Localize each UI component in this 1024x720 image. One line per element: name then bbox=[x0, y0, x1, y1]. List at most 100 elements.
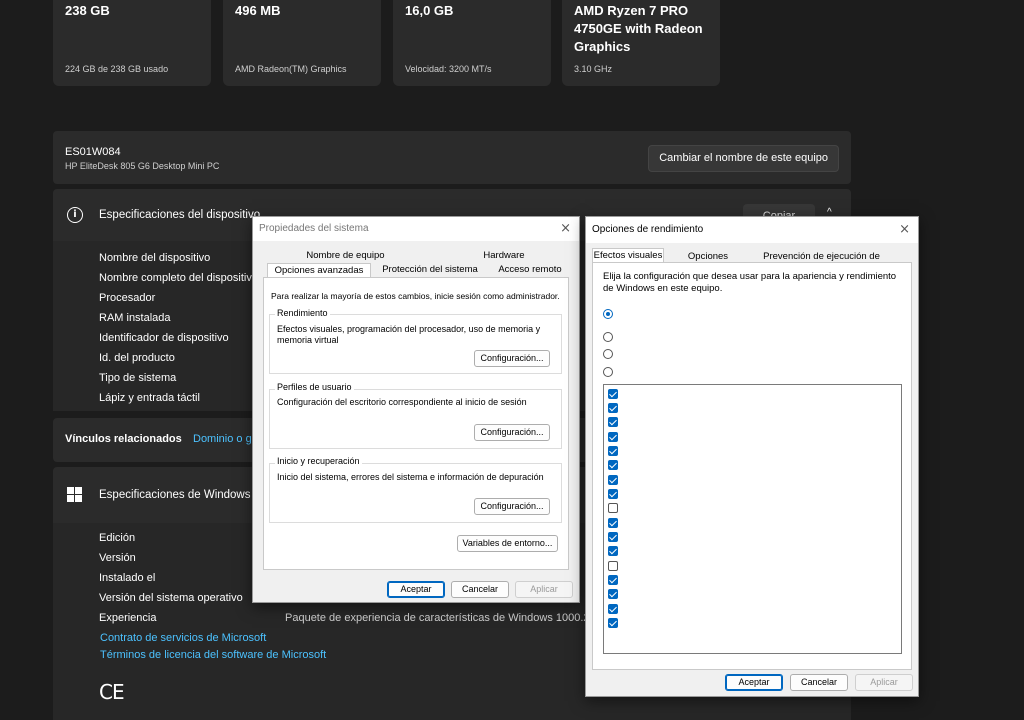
tab-remote[interactable]: Acceso remoto bbox=[489, 263, 571, 277]
checkbox[interactable] bbox=[608, 417, 618, 427]
dialog-title: Opciones de rendimiento bbox=[586, 217, 918, 243]
checkbox[interactable] bbox=[608, 575, 618, 585]
checkbox[interactable] bbox=[608, 460, 618, 470]
checkbox[interactable] bbox=[608, 503, 618, 513]
checkbox[interactable] bbox=[608, 403, 618, 413]
spec-label: Procesador bbox=[99, 292, 156, 304]
effect-label: Mostrar sombras bajo las ventanas bbox=[623, 574, 771, 585]
radio-best-appearance[interactable] bbox=[603, 332, 613, 342]
apply-button[interactable]: Aplicar bbox=[515, 581, 573, 598]
cancel-button[interactable]: Cancelar bbox=[451, 581, 509, 598]
card-detail: Velocidad: 3200 MT/s bbox=[405, 64, 492, 74]
profiles-settings-button[interactable]: Configuración... bbox=[474, 424, 550, 441]
spec-label: Tipo de sistema bbox=[99, 372, 177, 384]
win-spec-label: Edición bbox=[99, 532, 136, 544]
device-name: ES01W084 bbox=[65, 146, 121, 158]
info-icon: i bbox=[67, 207, 83, 223]
spec-label: Id. del producto bbox=[99, 352, 175, 364]
effect-label: Usar sombras en las etiquetas de iconos … bbox=[623, 617, 861, 628]
tab-hardware[interactable]: Hardware bbox=[443, 249, 565, 263]
tab-computer-name[interactable]: Nombre de equipo bbox=[273, 249, 418, 263]
group-title: Perfiles de usuario bbox=[275, 382, 354, 392]
visual-effects-list[interactable]: Animaciones en la barra de tareas Animar… bbox=[603, 384, 902, 654]
effect-label: Atenuar o deslizar la información sobre … bbox=[623, 445, 892, 456]
performance-settings-button[interactable]: Configuración... bbox=[474, 350, 550, 367]
effect-label: Mostrar el rectángulo de selección trans… bbox=[623, 545, 817, 556]
windows-logo-icon bbox=[67, 487, 82, 502]
device-model: HP EliteDesk 805 G6 Desktop Mini PC bbox=[65, 161, 220, 171]
processor-card: AMD Ryzen 7 PRO 4750GE with Radeon Graph… bbox=[562, 0, 720, 86]
device-specs-title: Especificaciones del dispositivo bbox=[99, 209, 261, 221]
services-agreement-link[interactable]: Contrato de servicios de Microsoft bbox=[100, 632, 266, 644]
checkbox[interactable] bbox=[608, 589, 618, 599]
radio-label: Dejar que Windows elija la configuración… bbox=[617, 305, 885, 327]
effect-label: Habilitar Peek bbox=[623, 517, 683, 528]
radio-custom[interactable] bbox=[603, 367, 613, 377]
card-detail: AMD Radeon(TM) Graphics bbox=[235, 64, 347, 74]
effect-label: Desplazamiento suave de los cuadros de l… bbox=[623, 488, 817, 499]
effect-label: Deslizar los cuadros combinados al abrir… bbox=[623, 474, 807, 485]
effect-label: Animar los controles y elementos dentro … bbox=[623, 416, 862, 427]
effect-label: Guardar vistas previas de miniaturas de … bbox=[623, 502, 869, 513]
perf-apply-button[interactable]: Aplicar bbox=[855, 674, 913, 691]
checkbox[interactable] bbox=[608, 432, 618, 442]
spec-label: Lápiz y entrada táctil bbox=[99, 392, 200, 404]
card-value: 238 GB bbox=[65, 3, 110, 18]
checkbox[interactable] bbox=[608, 561, 618, 571]
checkbox[interactable] bbox=[608, 446, 618, 456]
group-text: Configuración del escritorio correspondi… bbox=[277, 397, 527, 407]
spec-label: Nombre completo del dispositivo bbox=[99, 272, 258, 284]
group-text: Efectos visuales, programación del proce… bbox=[277, 324, 541, 345]
radio-label: Ajustar para obtener la mejor apariencia bbox=[617, 331, 786, 342]
win-spec-label: Versión bbox=[99, 552, 136, 564]
radio-label: Ajustar para obtener el mejor rendimient… bbox=[617, 348, 792, 359]
win-spec-label: Instalado el bbox=[99, 572, 156, 584]
perf-intro: Elija la configuración que desea usar pa… bbox=[603, 271, 897, 294]
checkbox[interactable] bbox=[608, 532, 618, 542]
ce-mark: CE bbox=[99, 680, 125, 704]
experience-value: Paquete de experiencia de característica… bbox=[285, 612, 590, 624]
card-detail: 224 GB de 238 GB usado bbox=[65, 64, 169, 74]
effect-label: Animar las ventanas al minimizar y maxim… bbox=[623, 402, 816, 413]
radio-best-performance[interactable] bbox=[603, 349, 613, 359]
effect-label: Mostrar vistas en miniatura en lugar de … bbox=[623, 588, 818, 599]
effect-label: Mostrar sombra bajo el puntero del mouse bbox=[623, 560, 802, 571]
rename-pc-button[interactable]: Cambiar el nombre de este equipo bbox=[648, 145, 839, 172]
tab-visual-effects[interactable]: Efectos visuales bbox=[592, 248, 664, 262]
effect-label: Atenuar o deslizar los menús en la vista bbox=[623, 459, 791, 470]
perf-cancel-button[interactable]: Cancelar bbox=[790, 674, 848, 691]
checkbox[interactable] bbox=[608, 546, 618, 556]
group-title: Inicio y recuperación bbox=[275, 456, 362, 466]
checkbox[interactable] bbox=[608, 618, 618, 628]
card-value: 496 MB bbox=[235, 3, 281, 18]
environment-variables-button[interactable]: Variables de entorno... bbox=[457, 535, 558, 552]
ok-button[interactable]: Aceptar bbox=[387, 581, 445, 598]
license-terms-link[interactable]: Términos de licencia del software de Mic… bbox=[100, 649, 326, 661]
storage-card: 238 GB 224 GB de 238 GB usado bbox=[53, 0, 211, 86]
windows-specs-title: Especificaciones de Windows bbox=[99, 489, 251, 501]
close-icon[interactable]: × bbox=[899, 222, 910, 237]
close-icon[interactable]: × bbox=[560, 221, 571, 236]
tab-advanced[interactable]: Opciones avanzadas bbox=[267, 263, 371, 277]
checkbox[interactable] bbox=[608, 518, 618, 528]
card-value: AMD Ryzen 7 PRO 4750GE with Radeon Graph… bbox=[574, 3, 703, 54]
effect-label: Suavizar bordes para las fuentes de pant… bbox=[623, 603, 812, 614]
effect-label: Atenuar los elementos después de hacer c… bbox=[623, 431, 813, 442]
card-detail: 3.10 GHz bbox=[574, 64, 613, 74]
spec-label: Nombre del dispositivo bbox=[99, 252, 211, 264]
checkbox[interactable] bbox=[608, 389, 618, 399]
related-links-label: Vínculos relacionados bbox=[65, 433, 182, 445]
radio-let-windows-choose[interactable] bbox=[603, 309, 613, 319]
checkbox[interactable] bbox=[608, 475, 618, 485]
admin-note: Para realizar la mayoría de estos cambio… bbox=[271, 291, 560, 301]
device-name-bar: ES01W084 HP EliteDesk 805 G6 Desktop Min… bbox=[53, 131, 851, 184]
win-spec-label: Versión del sistema operativo bbox=[99, 592, 243, 604]
perf-ok-button[interactable]: Aceptar bbox=[725, 674, 783, 691]
checkbox[interactable] bbox=[608, 604, 618, 614]
checkbox[interactable] bbox=[608, 489, 618, 499]
win-spec-label: Experiencia bbox=[99, 612, 157, 624]
tab-system-protection[interactable]: Protección del sistema bbox=[375, 263, 485, 277]
startup-settings-button[interactable]: Configuración... bbox=[474, 498, 550, 515]
dialog-title: Propiedades del sistema bbox=[253, 217, 579, 241]
card-value: 16,0 GB bbox=[405, 3, 454, 18]
